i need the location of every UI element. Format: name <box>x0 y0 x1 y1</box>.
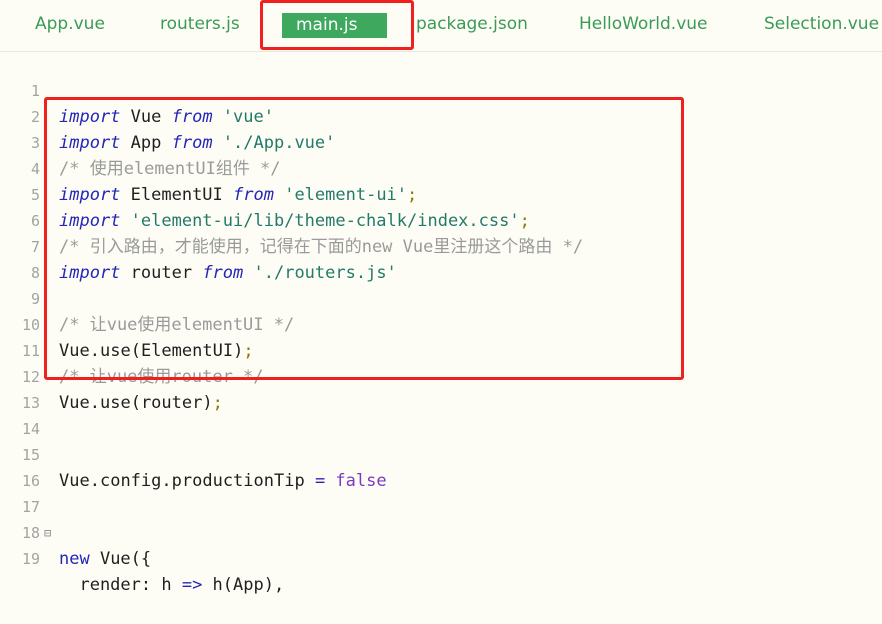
code-line: 3 /* 使用elementUI组件 */ <box>0 104 882 179</box>
paren: ), <box>263 575 285 595</box>
line-number: 19 <box>21 550 40 568</box>
code-line: 18 <box>0 494 882 542</box>
tab-routers-js[interactable]: routers.js <box>160 14 240 34</box>
brace: ({ <box>130 549 152 569</box>
code-line: 16 <box>0 442 882 490</box>
code-line: 8 <box>0 234 882 282</box>
code-line: 1 import Vue from 'vue' <box>0 52 882 127</box>
code-line: 9 /* 让vue使用elementUI */ <box>0 260 882 335</box>
tab-helloworld-vue[interactable]: HelloWorld.vue <box>579 14 708 34</box>
code-line: 4 import ElementUI from 'element-ui'; <box>0 130 882 205</box>
operator: => <box>181 575 203 595</box>
code-line: 7 import router from './routers.js' <box>0 208 882 283</box>
editor-tab-bar: App.vue routers.js main.js package.json … <box>0 0 882 52</box>
code-text: new Vue({ <box>59 546 151 572</box>
code-line: 2 import App from './App.vue' <box>0 78 882 153</box>
code-line: 15 Vue.config.productionTip = false <box>0 416 882 491</box>
code-line: 12 Vue.use(router); <box>0 338 882 413</box>
tab-selection-vue[interactable]: Selection.vue <box>764 14 879 34</box>
identifier: Vue <box>89 549 131 569</box>
keyword: new <box>59 549 90 569</box>
argument: App <box>233 575 264 595</box>
tab-package-json[interactable]: package.json <box>416 14 528 34</box>
code-editor[interactable]: 1 import Vue from 'vue' 2 import App fro… <box>0 52 882 595</box>
identifier: render: h <box>59 575 182 595</box>
code-line: 17 ⊟ new Vue({ <box>0 468 882 569</box>
identifier: h <box>202 575 223 595</box>
tab-main-js[interactable]: main.js <box>282 13 388 38</box>
code-line: 10 Vue.use(ElementUI); <box>0 286 882 361</box>
code-line: 5 import 'element-ui/lib/theme-chalk/ind… <box>0 156 882 231</box>
code-line: 19 render: h => h(App), <box>0 520 882 595</box>
code-line: 14 <box>0 390 882 438</box>
code-line: 13 <box>0 364 882 412</box>
tab-app-vue[interactable]: App.vue <box>35 14 105 34</box>
paren: ( <box>222 575 234 595</box>
code-line: 6 /* 引入路由，才能使用，记得在下面的new Vue里注册这个路由 */ <box>0 182 882 257</box>
code-line: 11 /* 让vue使用router */ <box>0 312 882 387</box>
code-text: render: h => h(App), <box>59 572 284 598</box>
